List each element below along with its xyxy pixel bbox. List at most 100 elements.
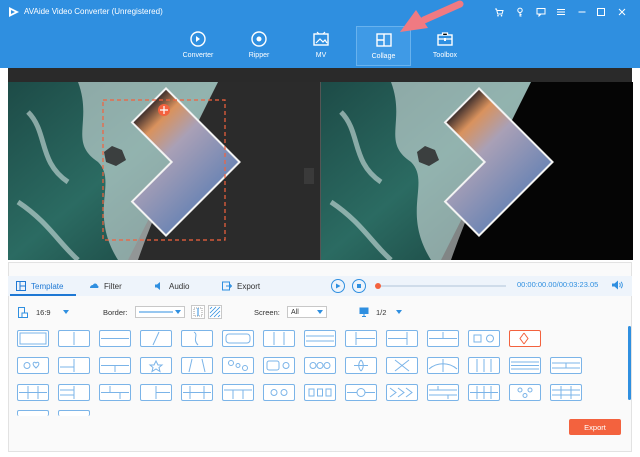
template-thumbnail[interactable] [263, 384, 295, 401]
tab-label: Template [31, 281, 64, 291]
template-thumbnail-selected[interactable] [509, 330, 541, 347]
template-thumbnail[interactable] [17, 410, 49, 416]
cart-icon[interactable] [492, 5, 506, 19]
template-thumbnail[interactable] [304, 357, 336, 374]
menu-icon[interactable] [554, 5, 568, 19]
page-value: 1/2 [376, 307, 387, 317]
border-style-select[interactable] [135, 306, 185, 318]
chevron-down-icon [317, 310, 323, 314]
template-thumbnail[interactable] [17, 330, 49, 347]
template-thumbnail[interactable] [263, 357, 295, 374]
nav-converter[interactable]: Converter [168, 26, 228, 66]
page-control[interactable]: 1/2 [359, 306, 403, 318]
template-thumbnail[interactable] [304, 330, 336, 347]
template-thumbnail[interactable] [222, 384, 254, 401]
template-thumbnail[interactable] [181, 357, 213, 374]
nav-mv[interactable]: MV [291, 26, 351, 66]
nav-label: Toolbox [432, 52, 458, 59]
template-thumbnail[interactable] [222, 330, 254, 347]
template-thumbnail[interactable] [386, 384, 418, 401]
template-thumbnail[interactable] [140, 330, 172, 347]
play-icon [336, 283, 341, 289]
layout-icon [225, 333, 251, 344]
layout-icon [155, 386, 170, 399]
template-thumbnail[interactable] [17, 384, 49, 401]
layout-icon [270, 389, 288, 396]
template-thumbnail[interactable] [58, 330, 90, 347]
minimize-icon[interactable] [575, 5, 589, 19]
aspect-ratio-control[interactable]: 16:9 [18, 306, 69, 318]
template-thumbnail[interactable] [181, 384, 213, 401]
template-thumbnail[interactable] [304, 384, 336, 401]
export-button[interactable]: Export [569, 419, 621, 435]
layout-icon [429, 386, 457, 399]
border-color-button[interactable] [191, 305, 205, 319]
template-thumbnail[interactable] [427, 357, 459, 374]
key-icon[interactable] [513, 5, 527, 19]
template-thumbnail[interactable] [99, 384, 131, 401]
close-icon[interactable] [615, 5, 629, 19]
template-thumbnail[interactable] [263, 330, 295, 347]
filter-icon [90, 283, 99, 288]
template-thumbnail[interactable] [386, 357, 418, 374]
tab-label: Filter [104, 281, 122, 291]
template-thumbnail[interactable] [468, 330, 500, 347]
template-thumbnail[interactable] [509, 357, 541, 374]
template-thumbnail[interactable] [58, 357, 90, 374]
template-thumbnail[interactable] [345, 330, 377, 347]
layout-icon [152, 331, 160, 346]
template-thumbnail[interactable] [345, 357, 377, 374]
feedback-icon[interactable] [534, 5, 548, 19]
tab-filter[interactable]: Filter [89, 279, 122, 293]
layout-icon [306, 335, 334, 342]
layout-icon [517, 387, 533, 398]
layout-icon [354, 359, 368, 372]
template-thumbnail[interactable] [468, 384, 500, 401]
template-thumbnail[interactable] [181, 330, 213, 347]
editor-preview[interactable] [8, 82, 320, 260]
nav-label: MV [315, 52, 327, 59]
template-thumbnail[interactable] [509, 384, 541, 401]
layout-icon [347, 388, 375, 397]
layout-icon [23, 361, 40, 369]
template-thumbnail[interactable] [550, 357, 582, 374]
template-thumbnail[interactable] [550, 384, 582, 401]
screen-select[interactable]: All [287, 306, 327, 318]
tab-template[interactable]: Template [16, 279, 63, 293]
collage-icon [375, 33, 392, 47]
progress-handle[interactable] [375, 283, 381, 289]
window-title: AVAide Video Converter (Unregistered) [24, 7, 163, 16]
template-thumbnail[interactable] [140, 357, 172, 374]
tab-audio[interactable]: Audio [154, 279, 189, 293]
template-thumbnail[interactable] [140, 384, 172, 401]
play-button[interactable] [331, 279, 345, 293]
app-logo-icon [9, 7, 19, 17]
template-thumbnail[interactable] [222, 357, 254, 374]
nav-ripper[interactable]: Ripper [229, 26, 289, 66]
nav-label: Converter [182, 52, 214, 59]
export-icon [222, 281, 232, 291]
template-thumbnail[interactable] [99, 357, 131, 374]
template-thumbnail[interactable] [17, 357, 49, 374]
volume-icon[interactable] [611, 279, 623, 291]
tab-export[interactable]: Export [222, 279, 260, 293]
template-thumbnail[interactable] [58, 384, 90, 401]
template-thumbnail[interactable] [427, 330, 459, 347]
maximize-icon[interactable] [594, 5, 608, 19]
grid-lines-icon [193, 307, 203, 317]
template-thumbnail[interactable] [99, 330, 131, 347]
template-thumbnail[interactable] [427, 384, 459, 401]
layout-icon [309, 362, 331, 369]
template-thumbnail[interactable] [58, 410, 90, 416]
stop-button[interactable] [352, 279, 366, 293]
layout-icon [552, 362, 580, 369]
template-scrollbar[interactable] [628, 326, 631, 400]
border-pattern-button[interactable] [208, 305, 222, 319]
layout-icon [19, 386, 47, 399]
layout-icon [389, 387, 413, 398]
template-thumbnail[interactable] [345, 384, 377, 401]
template-thumbnail[interactable] [468, 357, 500, 374]
playback-progress[interactable] [375, 283, 506, 289]
template-thumbnail[interactable] [386, 330, 418, 347]
layout-icon [519, 332, 529, 345]
